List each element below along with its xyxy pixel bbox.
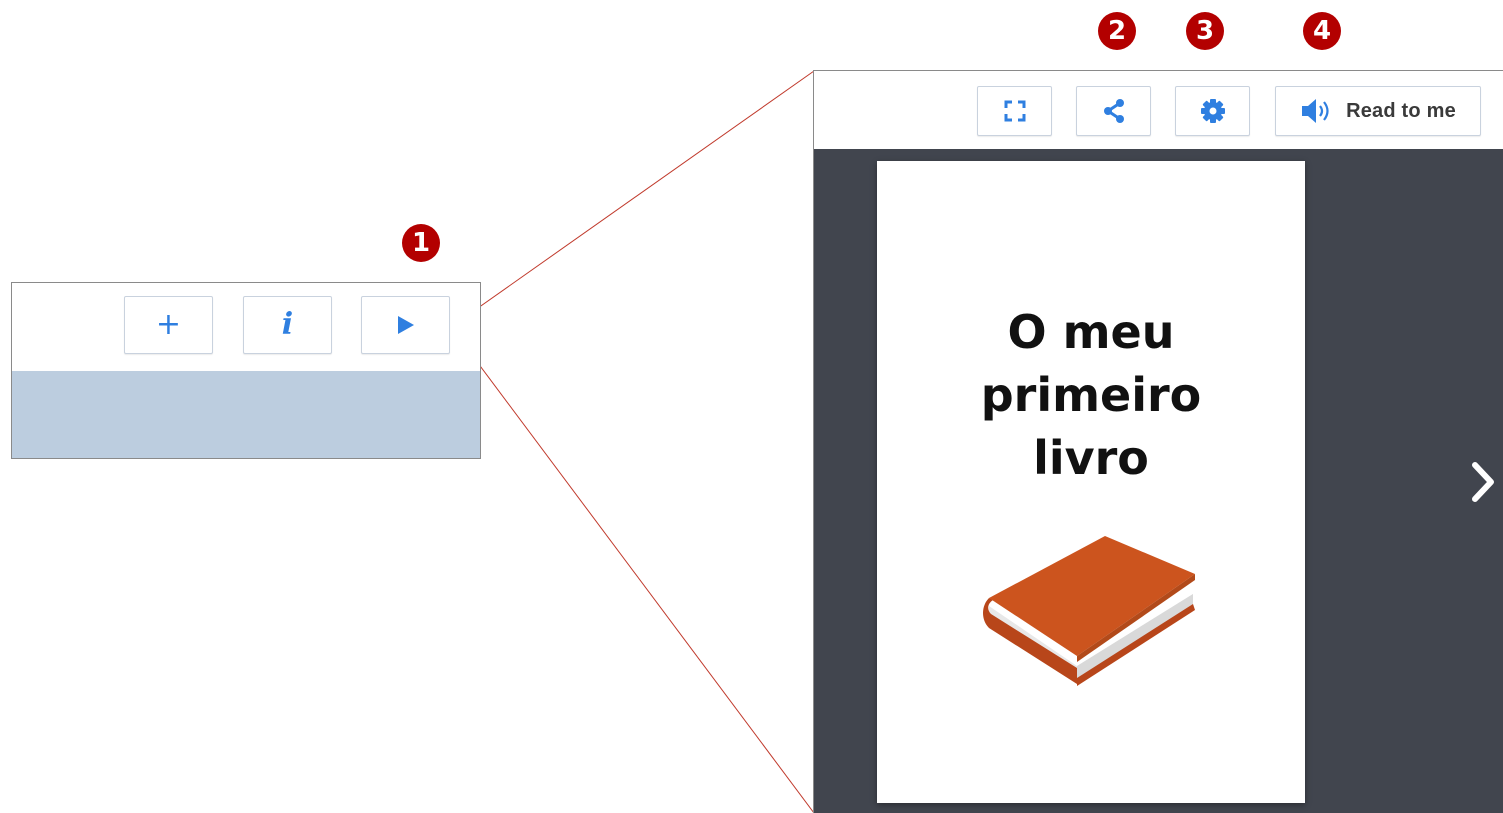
- share-button[interactable]: [1076, 86, 1151, 136]
- book-icon: [983, 536, 1195, 686]
- fullscreen-icon: [1004, 100, 1025, 122]
- speaker-icon: [1302, 99, 1329, 123]
- content-highlight-bar: [12, 371, 480, 458]
- small-toolbar-panel: + i: [11, 282, 481, 459]
- gear-icon: [1200, 99, 1225, 123]
- zoom-line-bottom: [450, 326, 815, 813]
- info-button[interactable]: i: [243, 296, 332, 354]
- info-icon: i: [281, 307, 294, 342]
- chevron-right-icon[interactable]: [1469, 461, 1497, 503]
- add-button[interactable]: +: [124, 296, 213, 354]
- book-preview-panel: Read to me O meu primeiro livro: [813, 70, 1503, 813]
- book-viewer: O meu primeiro livro: [814, 149, 1503, 813]
- fullscreen-button[interactable]: [977, 86, 1052, 136]
- settings-button[interactable]: [1175, 86, 1250, 136]
- plus-icon: +: [155, 307, 182, 342]
- book-page[interactable]: O meu primeiro livro: [877, 161, 1305, 803]
- read-to-me-label: Read to me: [1346, 99, 1456, 122]
- share-icon: [1103, 99, 1124, 123]
- play-icon: [397, 316, 414, 334]
- zoom-line-top: [450, 70, 815, 328]
- play-button[interactable]: [361, 296, 450, 354]
- book-title: O meu primeiro livro: [980, 305, 1202, 485]
- read-to-me-button[interactable]: Read to me: [1275, 86, 1481, 136]
